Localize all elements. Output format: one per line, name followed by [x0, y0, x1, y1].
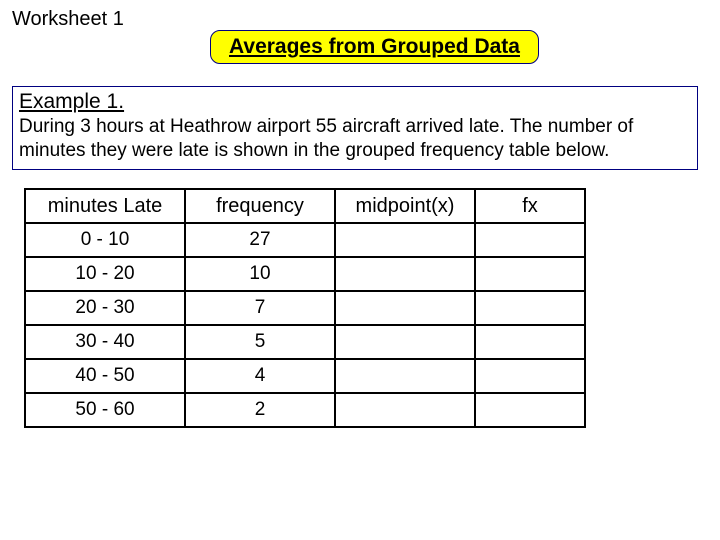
cell-fx — [475, 223, 585, 257]
cell-midpoint — [335, 325, 475, 359]
table-row: 10 - 20 10 — [25, 257, 585, 291]
example-heading: Example 1. — [19, 89, 691, 115]
cell-frequency: 27 — [185, 223, 335, 257]
cell-midpoint — [335, 393, 475, 427]
example-box: Example 1. During 3 hours at Heathrow ai… — [12, 86, 698, 170]
cell-midpoint — [335, 359, 475, 393]
cell-fx — [475, 291, 585, 325]
frequency-table: minutes Late frequency midpoint(x) fx 0 … — [24, 188, 586, 428]
table-header-row: minutes Late frequency midpoint(x) fx — [25, 189, 585, 223]
cell-fx — [475, 359, 585, 393]
cell-range: 10 - 20 — [25, 257, 185, 291]
cell-range: 40 - 50 — [25, 359, 185, 393]
cell-range: 0 - 10 — [25, 223, 185, 257]
cell-fx — [475, 393, 585, 427]
cell-frequency: 2 — [185, 393, 335, 427]
table-row: 0 - 10 27 — [25, 223, 585, 257]
cell-range: 30 - 40 — [25, 325, 185, 359]
table-row: 40 - 50 4 — [25, 359, 585, 393]
worksheet-label: Worksheet 1 — [12, 8, 124, 31]
cell-range: 20 - 30 — [25, 291, 185, 325]
cell-frequency: 5 — [185, 325, 335, 359]
cell-range: 50 - 60 — [25, 393, 185, 427]
cell-frequency: 10 — [185, 257, 335, 291]
table-row: 30 - 40 5 — [25, 325, 585, 359]
page-title: Averages from Grouped Data — [210, 30, 539, 64]
col-header-frequency: frequency — [185, 189, 335, 223]
cell-midpoint — [335, 257, 475, 291]
cell-midpoint — [335, 291, 475, 325]
cell-fx — [475, 257, 585, 291]
col-header-midpoint: midpoint(x) — [335, 189, 475, 223]
example-text: During 3 hours at Heathrow airport 55 ai… — [19, 115, 691, 163]
cell-midpoint — [335, 223, 475, 257]
col-header-fx: fx — [475, 189, 585, 223]
cell-frequency: 7 — [185, 291, 335, 325]
table-row: 50 - 60 2 — [25, 393, 585, 427]
table-row: 20 - 30 7 — [25, 291, 585, 325]
cell-frequency: 4 — [185, 359, 335, 393]
col-header-minutes: minutes Late — [25, 189, 185, 223]
cell-fx — [475, 325, 585, 359]
